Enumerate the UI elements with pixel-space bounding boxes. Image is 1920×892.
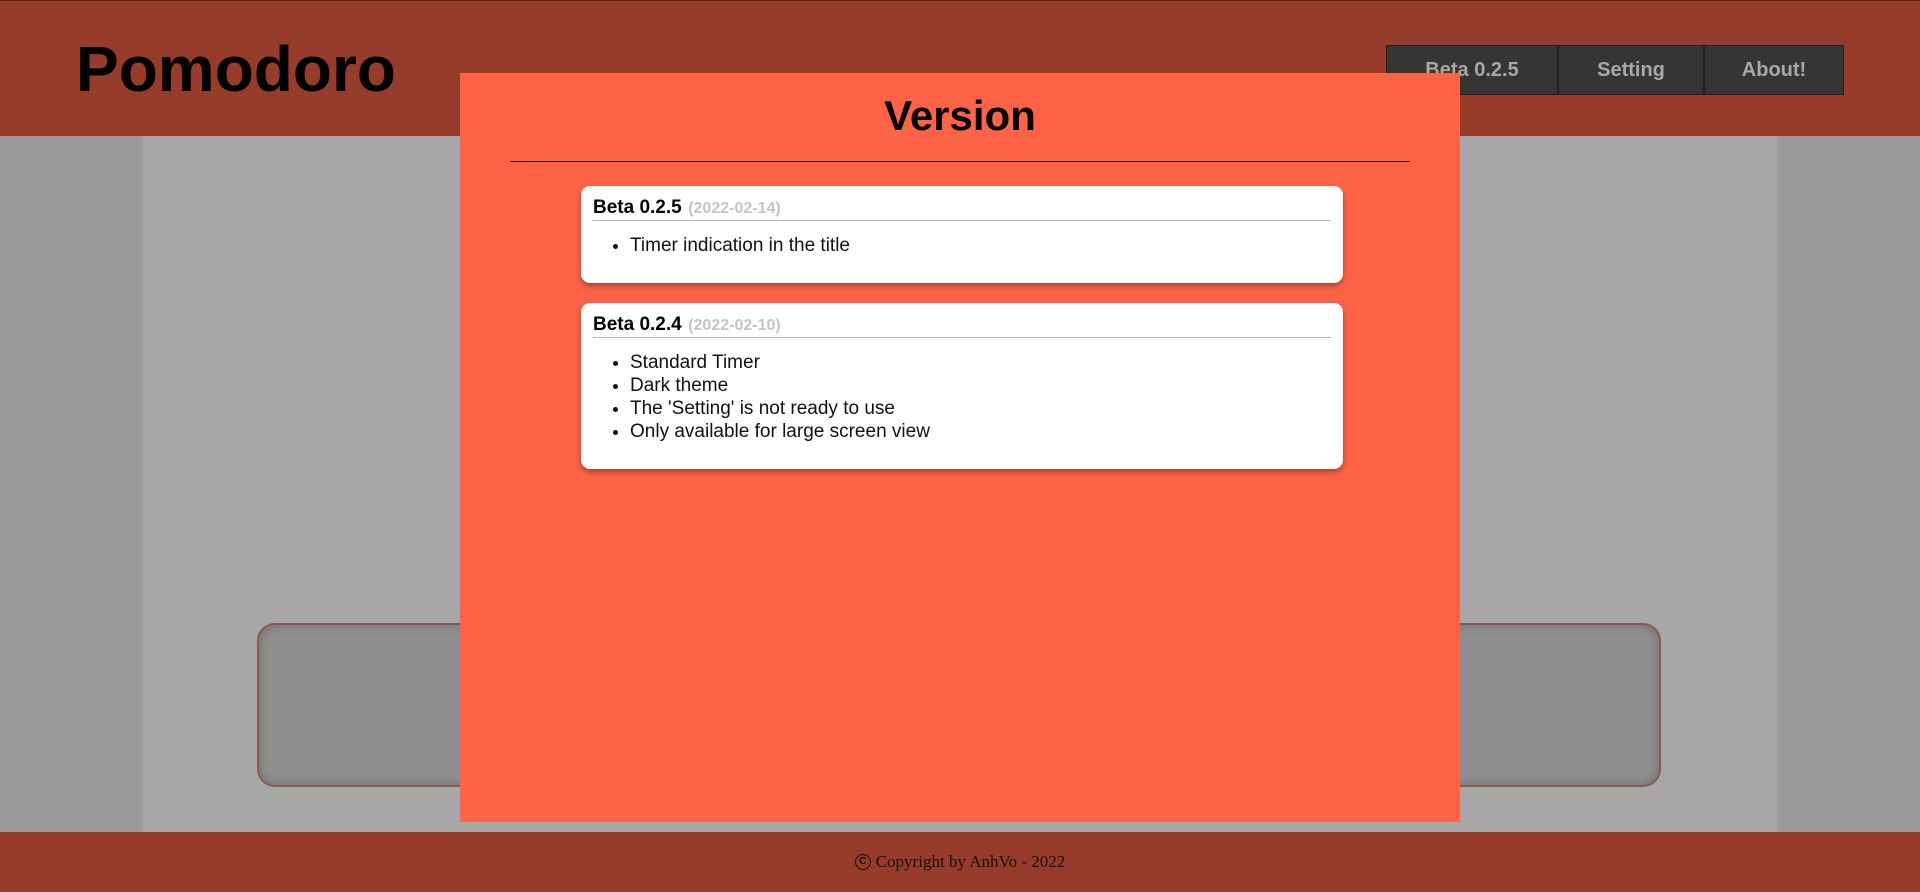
page: Pomodoro Beta 0.2.5 Setting About! C Cop…: [0, 0, 1920, 892]
list-item: Timer indication in the title: [630, 234, 1331, 257]
version-header: Beta 0.2.4 (2022-02-10): [593, 313, 1331, 338]
version-notes: Timer indication in the title: [593, 234, 1331, 257]
app-title: Pomodoro: [76, 33, 396, 105]
modal-divider: [510, 161, 1410, 162]
version-header: Beta 0.2.5 (2022-02-14): [593, 196, 1331, 221]
footer-copyright: Copyright by AnhVo - 2022: [875, 852, 1066, 871]
nav-item-setting[interactable]: Setting: [1557, 46, 1703, 94]
version-notes: Standard Timer Dark theme The 'Setting' …: [593, 351, 1331, 443]
list-item: Only available for large screen view: [630, 420, 1331, 443]
list-item: Standard Timer: [630, 351, 1331, 374]
version-date: (2022-02-10): [688, 317, 781, 334]
version-card: Beta 0.2.4 (2022-02-10) Standard Timer D…: [581, 303, 1343, 469]
copyright-icon: C: [854, 854, 871, 870]
list-item: Dark theme: [630, 374, 1331, 397]
version-card: Beta 0.2.5 (2022-02-14) Timer indication…: [581, 186, 1343, 283]
nav-item-about[interactable]: About!: [1703, 46, 1843, 94]
list-item: The 'Setting' is not ready to use: [630, 397, 1331, 420]
modal-title: Version: [884, 92, 1036, 139]
version-modal: Version Beta 0.2.5 (2022-02-14) Timer in…: [460, 73, 1460, 822]
footer: C Copyright by AnhVo - 2022: [0, 832, 1920, 892]
version-name: Beta 0.2.4: [593, 314, 682, 335]
version-name: Beta 0.2.5: [593, 197, 682, 218]
version-date: (2022-02-14): [688, 200, 781, 217]
